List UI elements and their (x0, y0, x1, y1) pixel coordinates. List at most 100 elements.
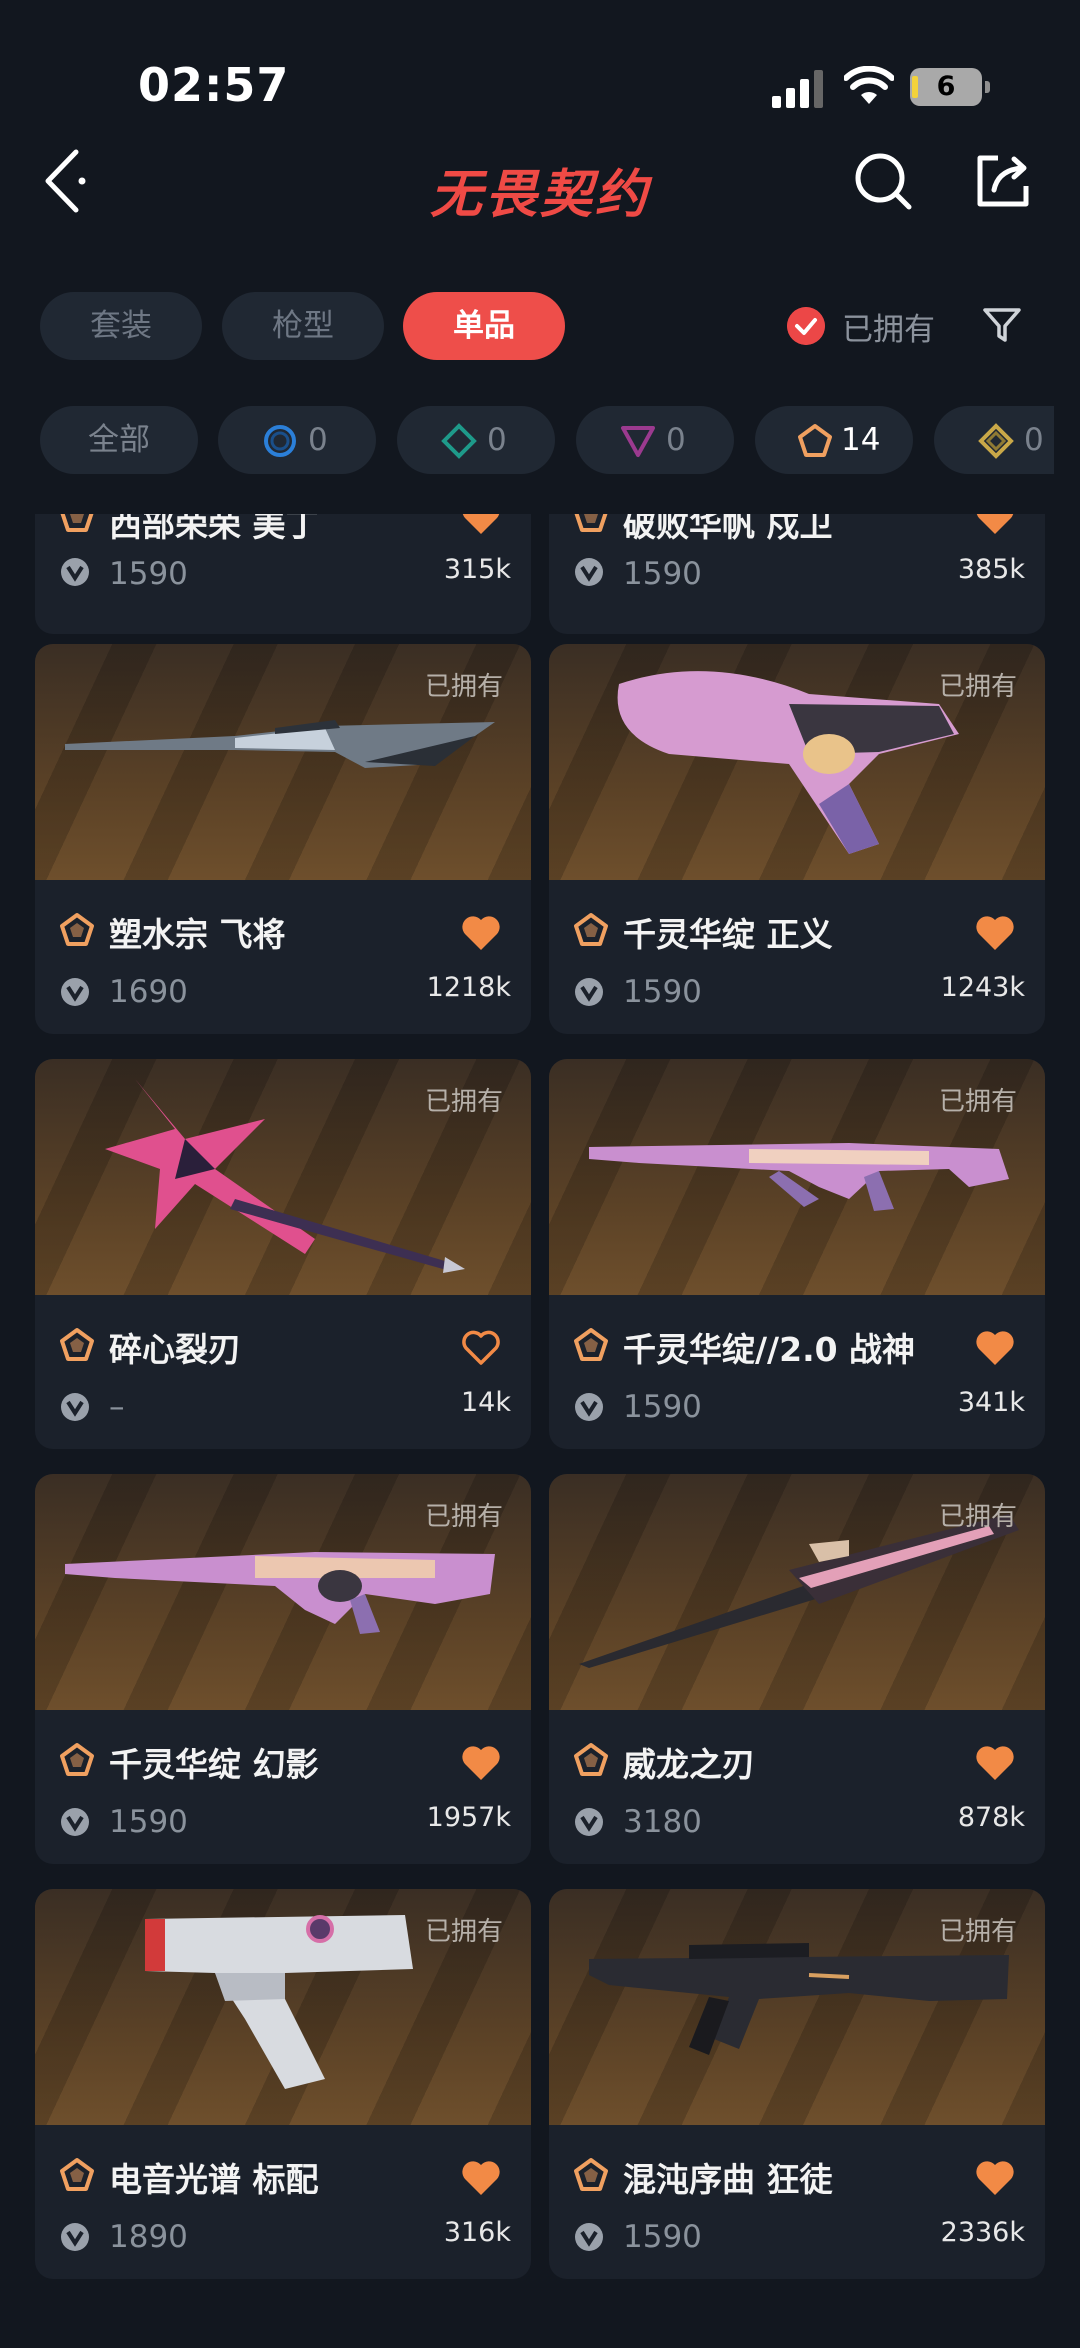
item-card[interactable]: 已拥有 千灵华绽 正义 1590 1243k (549, 644, 1045, 1034)
pentagon-rarity-icon (798, 424, 832, 457)
item-name: 威龙之刃 (623, 1745, 755, 1784)
heart-filled-icon[interactable] (975, 1744, 1015, 1782)
search-icon[interactable] (852, 150, 914, 212)
rarity-exclusive[interactable]: 14 (755, 406, 913, 474)
status-bar: 02:57 6 (0, 0, 1080, 150)
wifi-icon (844, 66, 894, 104)
pentagon-rarity-icon (60, 1328, 94, 1361)
vp-currency-icon (575, 1808, 603, 1836)
owned-tag: 已拥有 (938, 1917, 1017, 1947)
pentagon-rarity-icon (60, 2158, 94, 2191)
heart-filled-icon[interactable] (461, 2159, 501, 2197)
owned-tag: 已拥有 (938, 1502, 1017, 1532)
item-name: 混沌序曲 狂徒 (623, 2160, 833, 2199)
status-time: 02:57 (138, 58, 290, 112)
rarity-filter-bar: 全部 0 0 0 14 0 (0, 406, 1054, 476)
item-card[interactable]: 已拥有 混沌序曲 狂徒 1590 2336k (549, 1889, 1045, 2279)
rarity-count: 14 (841, 422, 881, 458)
item-price: 1590 (109, 556, 188, 592)
owned-tag: 已拥有 (424, 1502, 503, 1532)
heart-filled-icon[interactable] (975, 2159, 1015, 2197)
item-likes: 341k (957, 1387, 1025, 1418)
item-name: 碎心裂刃 (109, 1330, 241, 1369)
owned-filter-label[interactable]: 已拥有 (842, 304, 935, 349)
owned-tag: 已拥有 (938, 1087, 1017, 1117)
rarity-premium[interactable]: 0 (576, 406, 734, 474)
heart-outline-icon[interactable] (461, 1329, 501, 1367)
rarity-count: 0 (1024, 422, 1044, 458)
item-likes: 2336k (940, 2217, 1025, 2248)
page-title: 无畏契约 (429, 165, 650, 225)
heart-filled-icon[interactable] (461, 914, 501, 952)
rarity-ultra[interactable]: 0 (934, 406, 1054, 474)
item-name: 西部荣荣 美丁 (109, 514, 319, 544)
item-card[interactable]: 破败华帆 戍卫 1590 385k (549, 514, 1045, 634)
rarity-select[interactable]: 0 (218, 406, 376, 474)
vp-currency-icon (575, 558, 603, 586)
item-name: 电音光谱 标配 (109, 2160, 319, 2199)
item-price: 1590 (623, 556, 702, 592)
item-card[interactable]: 西部荣荣 美丁 1590 315k (35, 514, 531, 634)
share-icon[interactable] (972, 150, 1034, 212)
item-name: 塑水宗 飞将 (109, 915, 286, 954)
item-card[interactable]: 已拥有 千灵华绽//2.0 战神 1590 341k (549, 1059, 1045, 1449)
diamond-gold-rarity-icon (978, 423, 1014, 459)
item-price: 1890 (109, 2219, 188, 2255)
item-card[interactable]: 已拥有 千灵华绽 幻影 1590 1957k (35, 1474, 531, 1864)
item-price: – (109, 1389, 125, 1425)
item-grid: 西部荣荣 美丁 1590 315k 破败华帆 戍卫 1590 385k 已拥有 … (0, 514, 1080, 2348)
owned-tag: 已拥有 (424, 672, 503, 702)
pentagon-rarity-icon (60, 514, 94, 532)
item-name: 破败华帆 戍卫 (623, 514, 833, 544)
pentagon-rarity-icon (574, 1743, 608, 1776)
rarity-all[interactable]: 全部 (40, 406, 198, 474)
pentagon-rarity-icon (60, 1743, 94, 1776)
tab-set[interactable]: 套装 (40, 292, 202, 360)
owned-tag: 已拥有 (424, 1087, 503, 1117)
rarity-count: 0 (308, 422, 328, 458)
item-price: 3180 (623, 1804, 702, 1840)
item-name: 千灵华绽 正义 (623, 915, 833, 954)
tab-single-item[interactable]: 单品 (403, 292, 565, 360)
item-likes: 316k (443, 2217, 511, 2248)
item-card[interactable]: 已拥有 电音光谱 标配 1890 316k (35, 1889, 531, 2279)
item-price: 1690 (109, 974, 188, 1010)
item-card[interactable]: 已拥有 塑水宗 飞将 1690 1218k (35, 644, 531, 1034)
signal-icon (772, 70, 823, 108)
owned-checkbox[interactable] (787, 307, 825, 345)
heart-filled-icon[interactable] (461, 1744, 501, 1782)
item-likes: 1218k (426, 972, 511, 1003)
item-price: 1590 (623, 974, 702, 1010)
item-name: 千灵华绽 幻影 (109, 1745, 319, 1784)
item-likes: 14k (461, 1387, 511, 1418)
item-likes: 315k (443, 554, 511, 585)
item-price: 1590 (623, 2219, 702, 2255)
item-price: 1590 (623, 1389, 702, 1425)
tab-gun-type[interactable]: 枪型 (222, 292, 384, 360)
battery-indicator: 6 (910, 68, 990, 106)
vp-currency-icon (61, 2223, 89, 2251)
item-likes: 1957k (426, 1802, 511, 1833)
filter-icon[interactable] (982, 305, 1022, 345)
rarity-deluxe[interactable]: 0 (397, 406, 555, 474)
rarity-count: 0 (487, 422, 507, 458)
item-likes: 1243k (940, 972, 1025, 1003)
pentagon-rarity-icon (574, 514, 608, 532)
vp-currency-icon (61, 978, 89, 1006)
vp-currency-icon (575, 2223, 603, 2251)
heart-filled-icon[interactable] (461, 514, 501, 536)
heart-filled-icon[interactable] (975, 914, 1015, 952)
item-card[interactable]: 已拥有 碎心裂刃 – 14k (35, 1059, 531, 1449)
triangle-rarity-icon (621, 426, 655, 457)
item-card[interactable]: 已拥有 威龙之刃 3180 878k (549, 1474, 1045, 1864)
vp-currency-icon (575, 1393, 603, 1421)
pentagon-rarity-icon (574, 1328, 608, 1361)
vp-currency-icon (61, 558, 89, 586)
vp-currency-icon (61, 1393, 89, 1421)
rarity-count: 0 (666, 422, 686, 458)
circle-rarity-icon (264, 425, 296, 457)
pentagon-rarity-icon (574, 2158, 608, 2191)
vp-currency-icon (575, 978, 603, 1006)
heart-filled-icon[interactable] (975, 514, 1015, 536)
heart-filled-icon[interactable] (975, 1329, 1015, 1367)
